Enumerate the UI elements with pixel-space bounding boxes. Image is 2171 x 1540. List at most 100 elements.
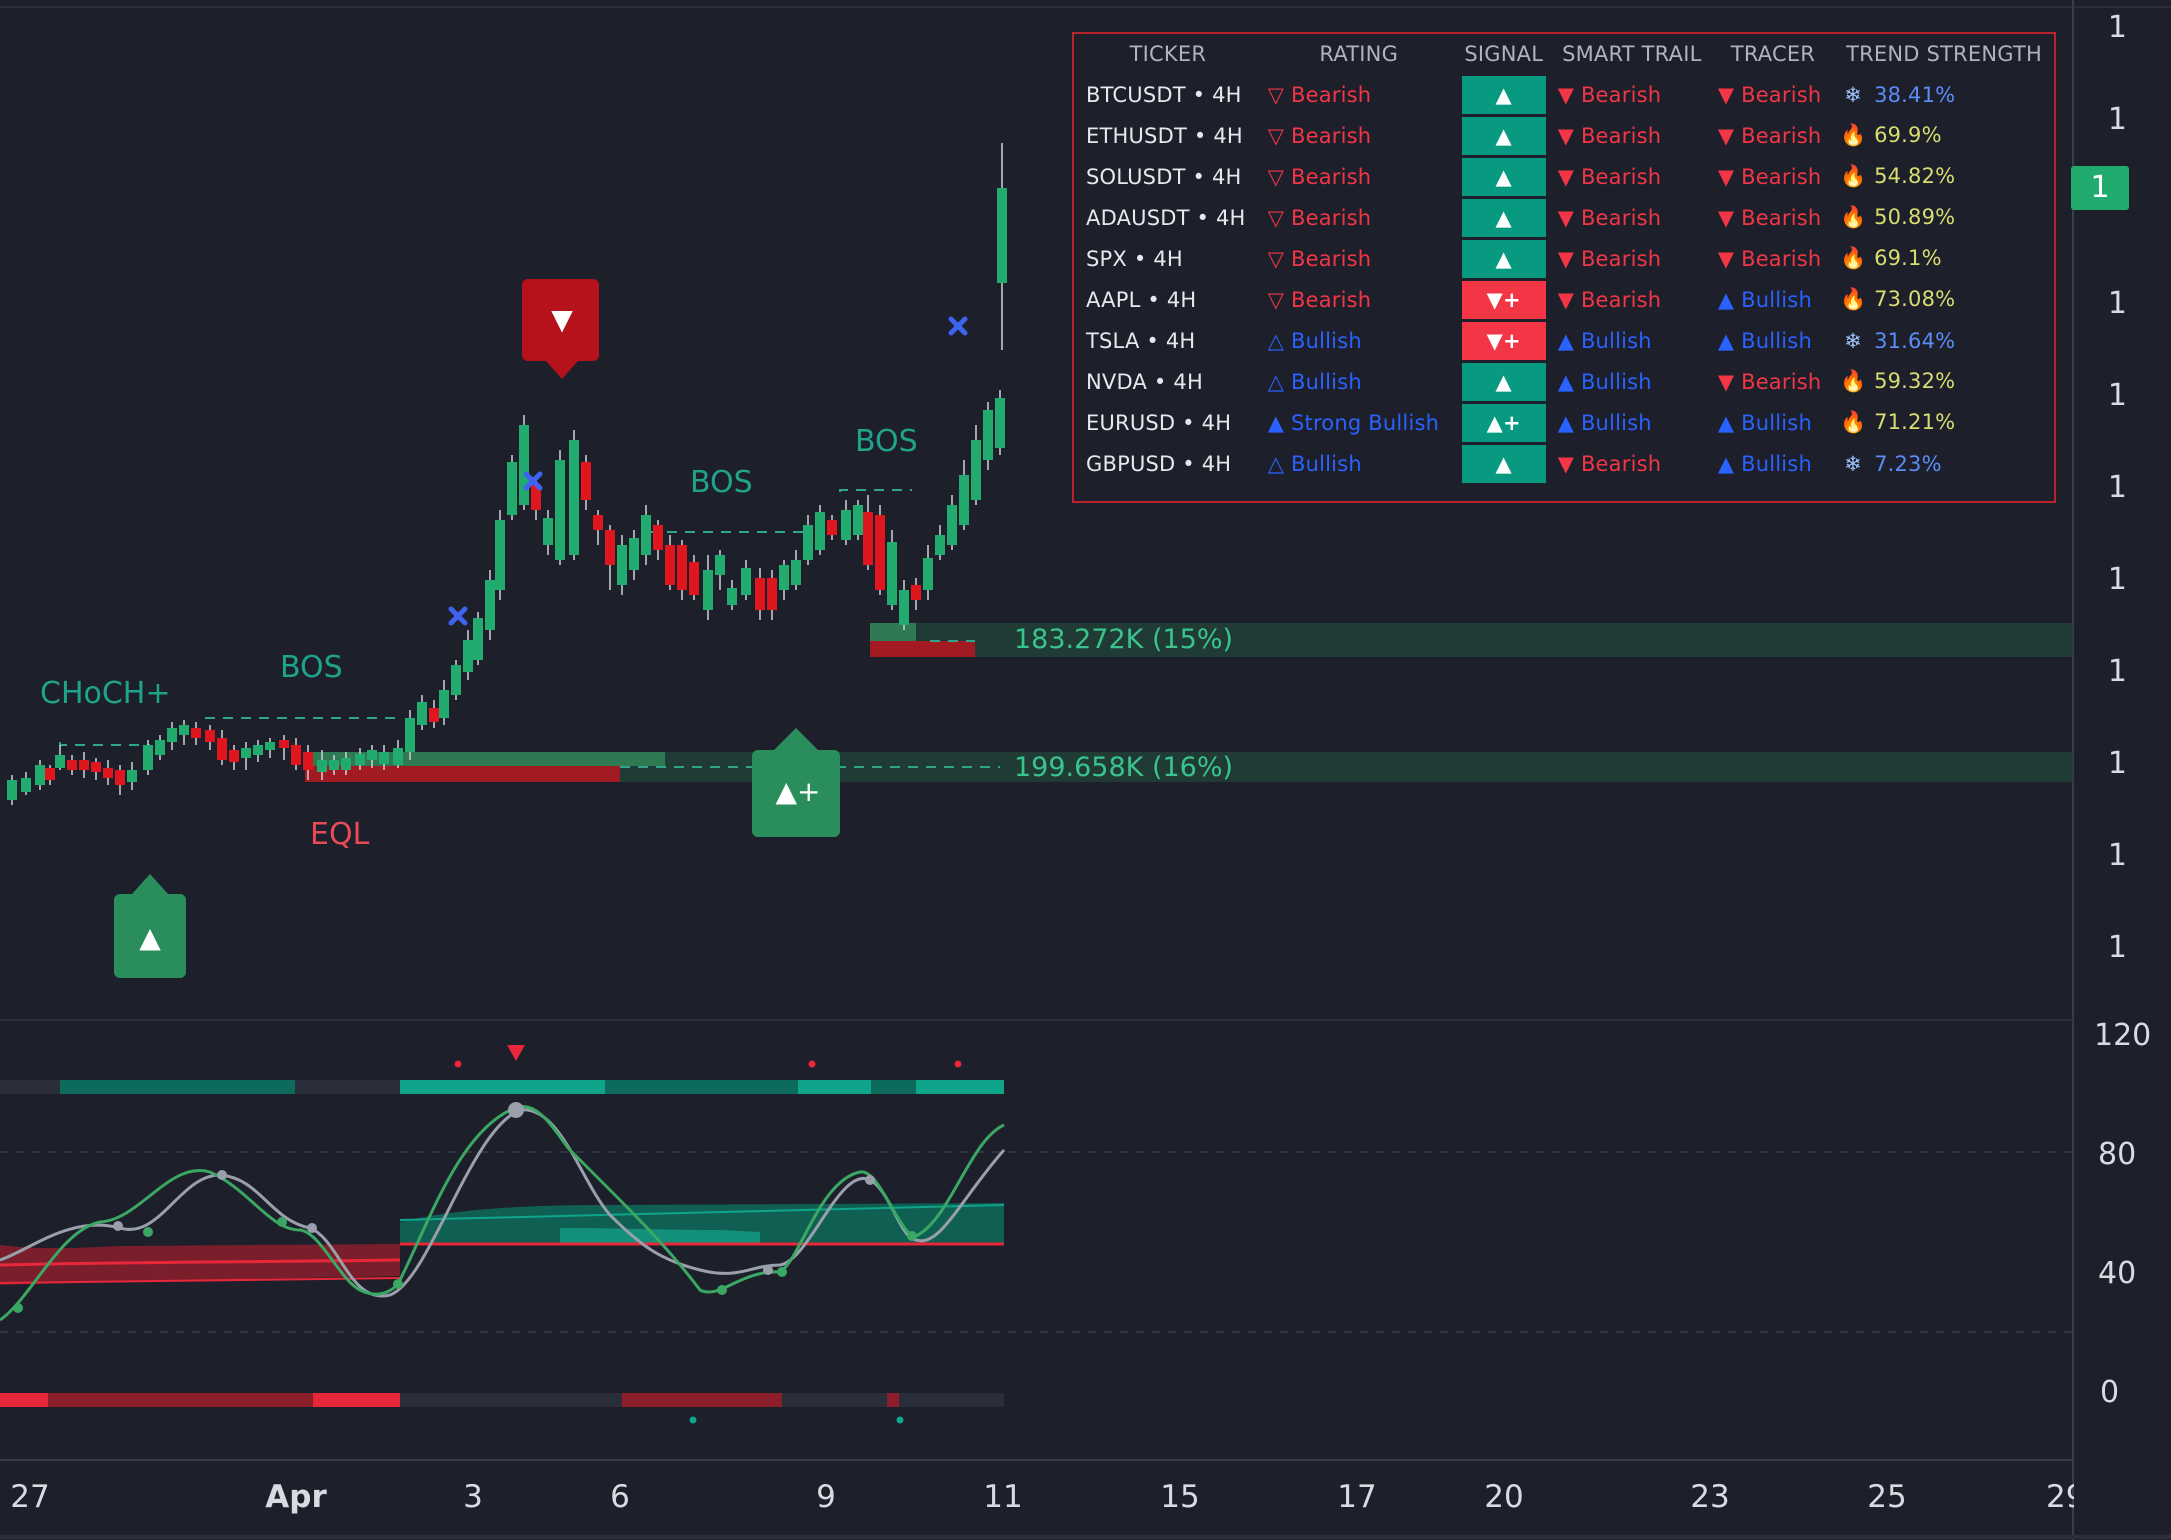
trend-strength-value: 31.64% [1874, 328, 1956, 353]
signal-badge: ▲ [1461, 362, 1546, 401]
header-tracer[interactable]: TRACER [1712, 34, 1834, 74]
fire-icon: 🔥 [1840, 287, 1867, 311]
table-row[interactable]: SOLUSDT • 4H ▽ Bearish ▲ ▼ Bearish ▼ Bearish… [1074, 156, 2054, 197]
rating-cell: ▽ Bearish [1267, 205, 1372, 230]
fire-icon: 🔥 [1840, 205, 1867, 229]
bullish-candle [143, 745, 153, 770]
bullish-candle [741, 568, 751, 595]
ticker-cell: AAPL • 4H [1086, 287, 1197, 312]
fire-icon: 🔥 [1840, 369, 1867, 393]
bearish-candle [91, 762, 101, 772]
table-row[interactable]: ETHUSDT • 4H ▽ Bearish ▲ ▼ Bearish ▼ Bearish… [1074, 115, 2054, 156]
rating-cell: △ Bullish [1267, 369, 1362, 394]
bearish-candle [911, 585, 921, 600]
table-row[interactable]: GBPUSD • 4H △ Bullish ▲ ▼ Bearish ▲ Bullish ❄… [1074, 443, 2054, 484]
signal-badge: ▲ [1461, 75, 1546, 114]
eql-label: EQL [310, 817, 370, 852]
fire-icon: 🔥 [1840, 164, 1867, 188]
rating-cell: ▽ Bearish [1267, 246, 1372, 271]
signal-badge: ▲+ [1461, 403, 1546, 442]
price-tick: 1 [2107, 930, 2127, 965]
table-row[interactable]: SPX • 4H ▽ Bearish ▲ ▼ Bearish ▼ Bearish 🔥 69.… [1074, 238, 2054, 279]
bearish-candle [429, 708, 439, 722]
table-row[interactable]: BTCUSDT • 4H ▽ Bearish ▲ ▼ Bearish ▼ Bearish… [1074, 74, 2054, 115]
bullish-candle [935, 535, 945, 555]
bos-label-2: BOS [690, 465, 753, 500]
signal-badge: ▼+ [1461, 321, 1546, 360]
date-label: 9 [816, 1479, 836, 1515]
fire-icon: 🔥 [1840, 123, 1867, 147]
bearish-candle [279, 740, 289, 748]
signal-cell: ▼+ [1456, 279, 1552, 320]
trend-strength-cell: 🔥 71.21% [1834, 402, 2054, 443]
date-label: 23 [1690, 1479, 1730, 1515]
bullish-candle [853, 505, 863, 535]
bullish-candle [519, 425, 529, 505]
ticker-cell: ETHUSDT • 4H [1086, 123, 1243, 148]
tracer-cell: ▼ Bearish [1717, 246, 1822, 271]
table-row[interactable]: NVDA • 4H △ Bullish ▲ ▲ Bullish ▼ Bearish 🔥 59… [1074, 361, 2054, 402]
smart-trail-cell: ▼ Bearish [1557, 451, 1662, 476]
date-label: 17 [1337, 1479, 1377, 1515]
sell-signal-tag[interactable]: ▼ [522, 300, 602, 340]
fire-icon: 🔥 [1840, 410, 1867, 434]
bullish-candle [703, 570, 713, 610]
header-trend-strength[interactable]: TREND STRENGTH [1834, 34, 2054, 74]
bearish-candle [755, 578, 765, 610]
price-tick: 1 [2107, 286, 2127, 321]
price-tick: 1 [2107, 746, 2127, 781]
current-price-badge: 1 [2071, 166, 2129, 210]
bearish-candle [581, 462, 591, 500]
bearish-candle [593, 515, 603, 530]
price-tick: 1 [2107, 838, 2127, 873]
header-ticker[interactable]: TICKER [1074, 34, 1262, 74]
bearish-candle [217, 738, 227, 760]
strong-buy-signal-tag[interactable]: ▲+ [752, 772, 844, 812]
bullish-candle [127, 770, 137, 782]
signal-cell: ▲ [1456, 361, 1552, 402]
table-row[interactable]: AAPL • 4H ▽ Bearish ▼+ ▼ Bearish ▲ Bullish 🔥 7… [1074, 279, 2054, 320]
trend-strength-cell: ❄ 38.41% [1834, 74, 2054, 115]
bearish-candle [863, 512, 873, 565]
tracer-cell: ▼ Bearish [1717, 164, 1822, 189]
table-row[interactable]: EURUSD • 4H ▲ Strong Bullish ▲+ ▲ Bullish ▲ … [1074, 402, 2054, 443]
bullish-candle [803, 525, 813, 560]
table-row[interactable]: ADAUSDT • 4H ▽ Bearish ▲ ▼ Bearish ▼ Bearish… [1074, 197, 2054, 238]
trend-strength-cell: 🔥 59.32% [1834, 361, 2054, 402]
signal-badge: ▲ [1461, 239, 1546, 278]
bullish-candle [715, 555, 725, 575]
ticker-cell: SOLUSDT • 4H [1086, 164, 1242, 189]
bullish-candle [617, 545, 627, 585]
tracer-cell: ▲ Bullish [1717, 328, 1812, 353]
bullish-candle [971, 440, 981, 500]
smart-trail-cell: ▼ Bearish [1557, 287, 1662, 312]
signal-cell: ▲ [1456, 115, 1552, 156]
ticker-cell: ADAUSDT • 4H [1086, 205, 1246, 230]
bullish-candle [899, 590, 909, 625]
screener-table: TICKER RATING SIGNAL SMART TRAIL TRACER … [1072, 32, 2056, 503]
bearish-candle [191, 728, 201, 738]
tracer-cell: ▼ Bearish [1717, 82, 1822, 107]
rating-cell: ▽ Bearish [1267, 287, 1372, 312]
bearish-candle [67, 760, 77, 770]
rating-cell: ▽ Bearish [1267, 82, 1372, 107]
bearish-candle [605, 530, 615, 565]
bullish-candle [555, 460, 565, 560]
bullish-candle [167, 728, 177, 742]
header-smart-trail[interactable]: SMART TRAIL [1552, 34, 1712, 74]
bullish-candle [439, 690, 449, 718]
rating-cell: △ Bullish [1267, 451, 1362, 476]
rating-cell: △ Bullish [1267, 328, 1362, 353]
bullish-candle [543, 518, 553, 545]
table-row[interactable]: TSLA • 4H △ Bullish ▼+ ▲ Bullish ▲ Bullish ❄ 3… [1074, 320, 2054, 361]
header-rating[interactable]: RATING [1262, 34, 1456, 74]
buy-signal-tag[interactable]: ▲ [114, 918, 186, 958]
signal-cell: ▲+ [1456, 402, 1552, 443]
bullish-candle [473, 618, 483, 660]
header-signal[interactable]: SIGNAL [1456, 34, 1552, 74]
ticker-cell: TSLA • 4H [1086, 328, 1196, 353]
smart-trail-cell: ▼ Bearish [1557, 205, 1662, 230]
bullish-candle [7, 780, 17, 800]
tracer-cell: ▲ Bullish [1717, 410, 1812, 435]
price-tick: 1 [2107, 102, 2127, 137]
